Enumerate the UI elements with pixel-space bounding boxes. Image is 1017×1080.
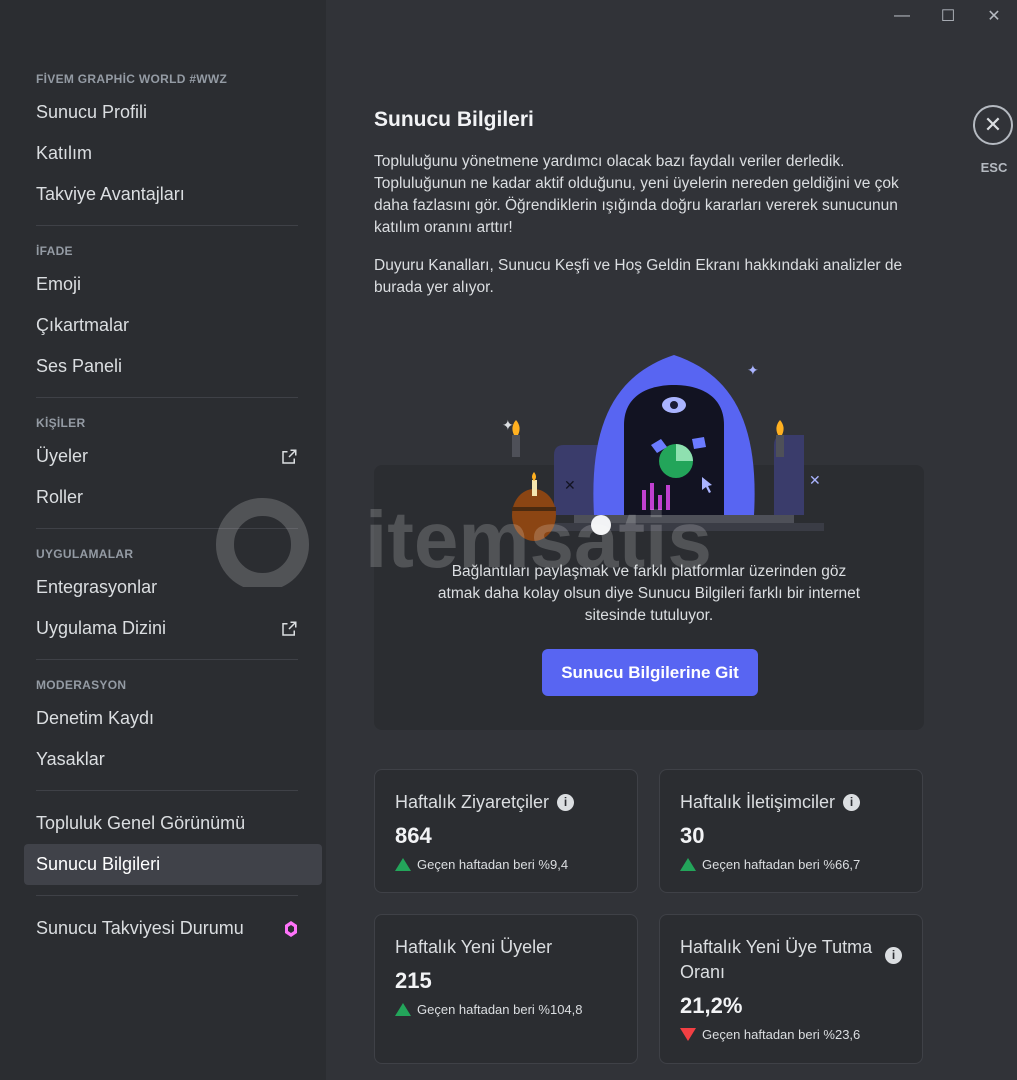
trend-up-icon [680,858,696,871]
trend-up-icon [395,1003,411,1016]
sidebar-divider [36,790,298,791]
stat-change: Geçen haftadan beri %23,6 [702,1027,861,1042]
sidebar-item-label: Çıkartmalar [36,315,130,335]
stat-change: Geçen haftadan beri %9,4 [417,857,569,872]
sidebar-item-label: Topluluk Genel Görünümü [36,813,246,833]
window-controls: — ☐ ✕ [879,0,1017,32]
stat-title: Haftalık Yeni Üyeler [395,937,553,957]
sidebar-item-label: Sunucu Bilgileri [36,854,161,874]
external-link-icon [282,449,297,464]
stat-card-retention-rate: Haftalık Yeni Üye Tutma Oranı i 21,2% Ge… [659,914,923,1064]
sidebar-item-label: Katılım [36,143,93,163]
sidebar-header-server: FİVEM GRAPHİC WORLD #WWZ [36,72,228,86]
sidebar-item-server-insights[interactable]: Sunucu Bilgileri [24,844,322,885]
sidebar-item-label: Ses Paneli [36,356,123,376]
trend-up-icon [395,858,411,871]
go-to-insights-button[interactable]: Sunucu Bilgilerine Git [542,649,758,696]
sidebar-item-label: Emoji [36,274,82,294]
svg-text:✦: ✦ [502,418,514,434]
stat-title: Haftalık Yeni Üye Tutma Oranı [680,937,873,982]
stat-change: Geçen haftadan beri %104,8 [417,1002,583,1017]
stat-change: Geçen haftadan beri %66,7 [702,857,861,872]
stat-value: 864 [395,823,432,848]
stat-card-weekly-communicators: Haftalık İletişimciler i 30 Geçen haftad… [659,769,923,893]
sidebar-item-stickers[interactable]: Çıkartmalar [24,305,310,346]
boost-gem-icon [285,920,297,937]
sidebar-item-label: Roller [36,487,84,507]
stat-value: 30 [680,823,705,848]
sidebar-divider [36,225,298,226]
svg-text:✕: ✕ [564,478,576,494]
sidebar-header-moderation: MODERASYON [36,678,127,692]
trend-down-icon [680,1028,696,1041]
sidebar-item-engagement[interactable]: Katılım [24,133,310,174]
stat-card-weekly-new-members: Haftalık Yeni Üyeler 215 Geçen haftadan … [374,914,638,1064]
stat-value: 21,2% [680,993,743,1018]
sidebar-divider [36,397,298,398]
analytics-note: Duyuru Kanalları, Sunucu Keşfi ve Hoş Ge… [374,257,903,296]
sidebar-item-label: Entegrasyonlar [36,577,158,597]
sidebar-item-community-overview[interactable]: Topluluk Genel Görünümü [24,803,310,844]
minimize-button[interactable]: — [879,0,925,32]
info-icon[interactable]: i [557,794,575,811]
close-icon: ✕ [983,112,1003,137]
close-settings-button[interactable]: ✕ [973,105,1013,145]
description-paragraph: Topluluğunu yönetmene yardımcı olacak ba… [374,153,899,236]
sidebar-item-app-directory[interactable]: Uygulama Dizini [24,608,310,649]
sidebar-item-label: Uygulama Dizini [36,618,167,638]
sidebar-divider [36,659,298,660]
watermark-logo: itemsatis [216,497,712,587]
sidebar-item-bans[interactable]: Yasaklar [24,739,310,780]
sidebar-item-emoji[interactable]: Emoji [24,264,310,305]
svg-text:✕: ✕ [809,473,821,489]
page-title: Sunucu Bilgileri [374,108,534,131]
sidebar-header-people: KİŞİLER [36,416,86,430]
sidebar-item-audit-log[interactable]: Denetim Kaydı [24,698,310,739]
esc-label: ESC [980,160,1008,175]
sidebar-header-expression: İFADE [36,244,73,258]
window-close-button[interactable]: ✕ [971,0,1017,32]
stat-value: 215 [395,968,432,993]
sidebar-item-label: Denetim Kaydı [36,708,155,728]
sidebar-item-boost-perks[interactable]: Takviye Avantajları [24,174,310,215]
stat-title: Haftalık Ziyaretçiler [395,792,550,812]
stat-card-weekly-visitors: Haftalık Ziyaretçiler i 864 Geçen haftad… [374,769,638,893]
sidebar-item-members[interactable]: Üyeler [24,436,310,477]
sidebar-item-label: Üyeler [36,446,89,466]
sidebar-item-label: Takviye Avantajları [36,184,185,204]
maximize-button[interactable]: ☐ [925,0,971,32]
sidebar-item-label: Yasaklar [36,749,105,769]
sidebar-item-label: Sunucu Takviyesi Durumu [36,918,244,938]
stat-title: Haftalık İletişimciler [680,792,836,812]
external-link-icon [282,621,297,636]
sidebar-item-boost-status[interactable]: Sunucu Takviyesi Durumu [24,908,310,949]
info-icon[interactable]: i [885,947,902,964]
sidebar-divider [36,895,298,896]
sidebar-item-soundboard[interactable]: Ses Paneli [24,346,310,387]
svg-text:✦: ✦ [747,363,759,379]
svg-text:itemsatis: itemsatis [365,497,712,584]
sidebar-item-server-profile[interactable]: Sunucu Profili [24,92,310,133]
sidebar-item-label: Sunucu Profili [36,102,148,122]
info-icon[interactable]: i [843,794,861,811]
